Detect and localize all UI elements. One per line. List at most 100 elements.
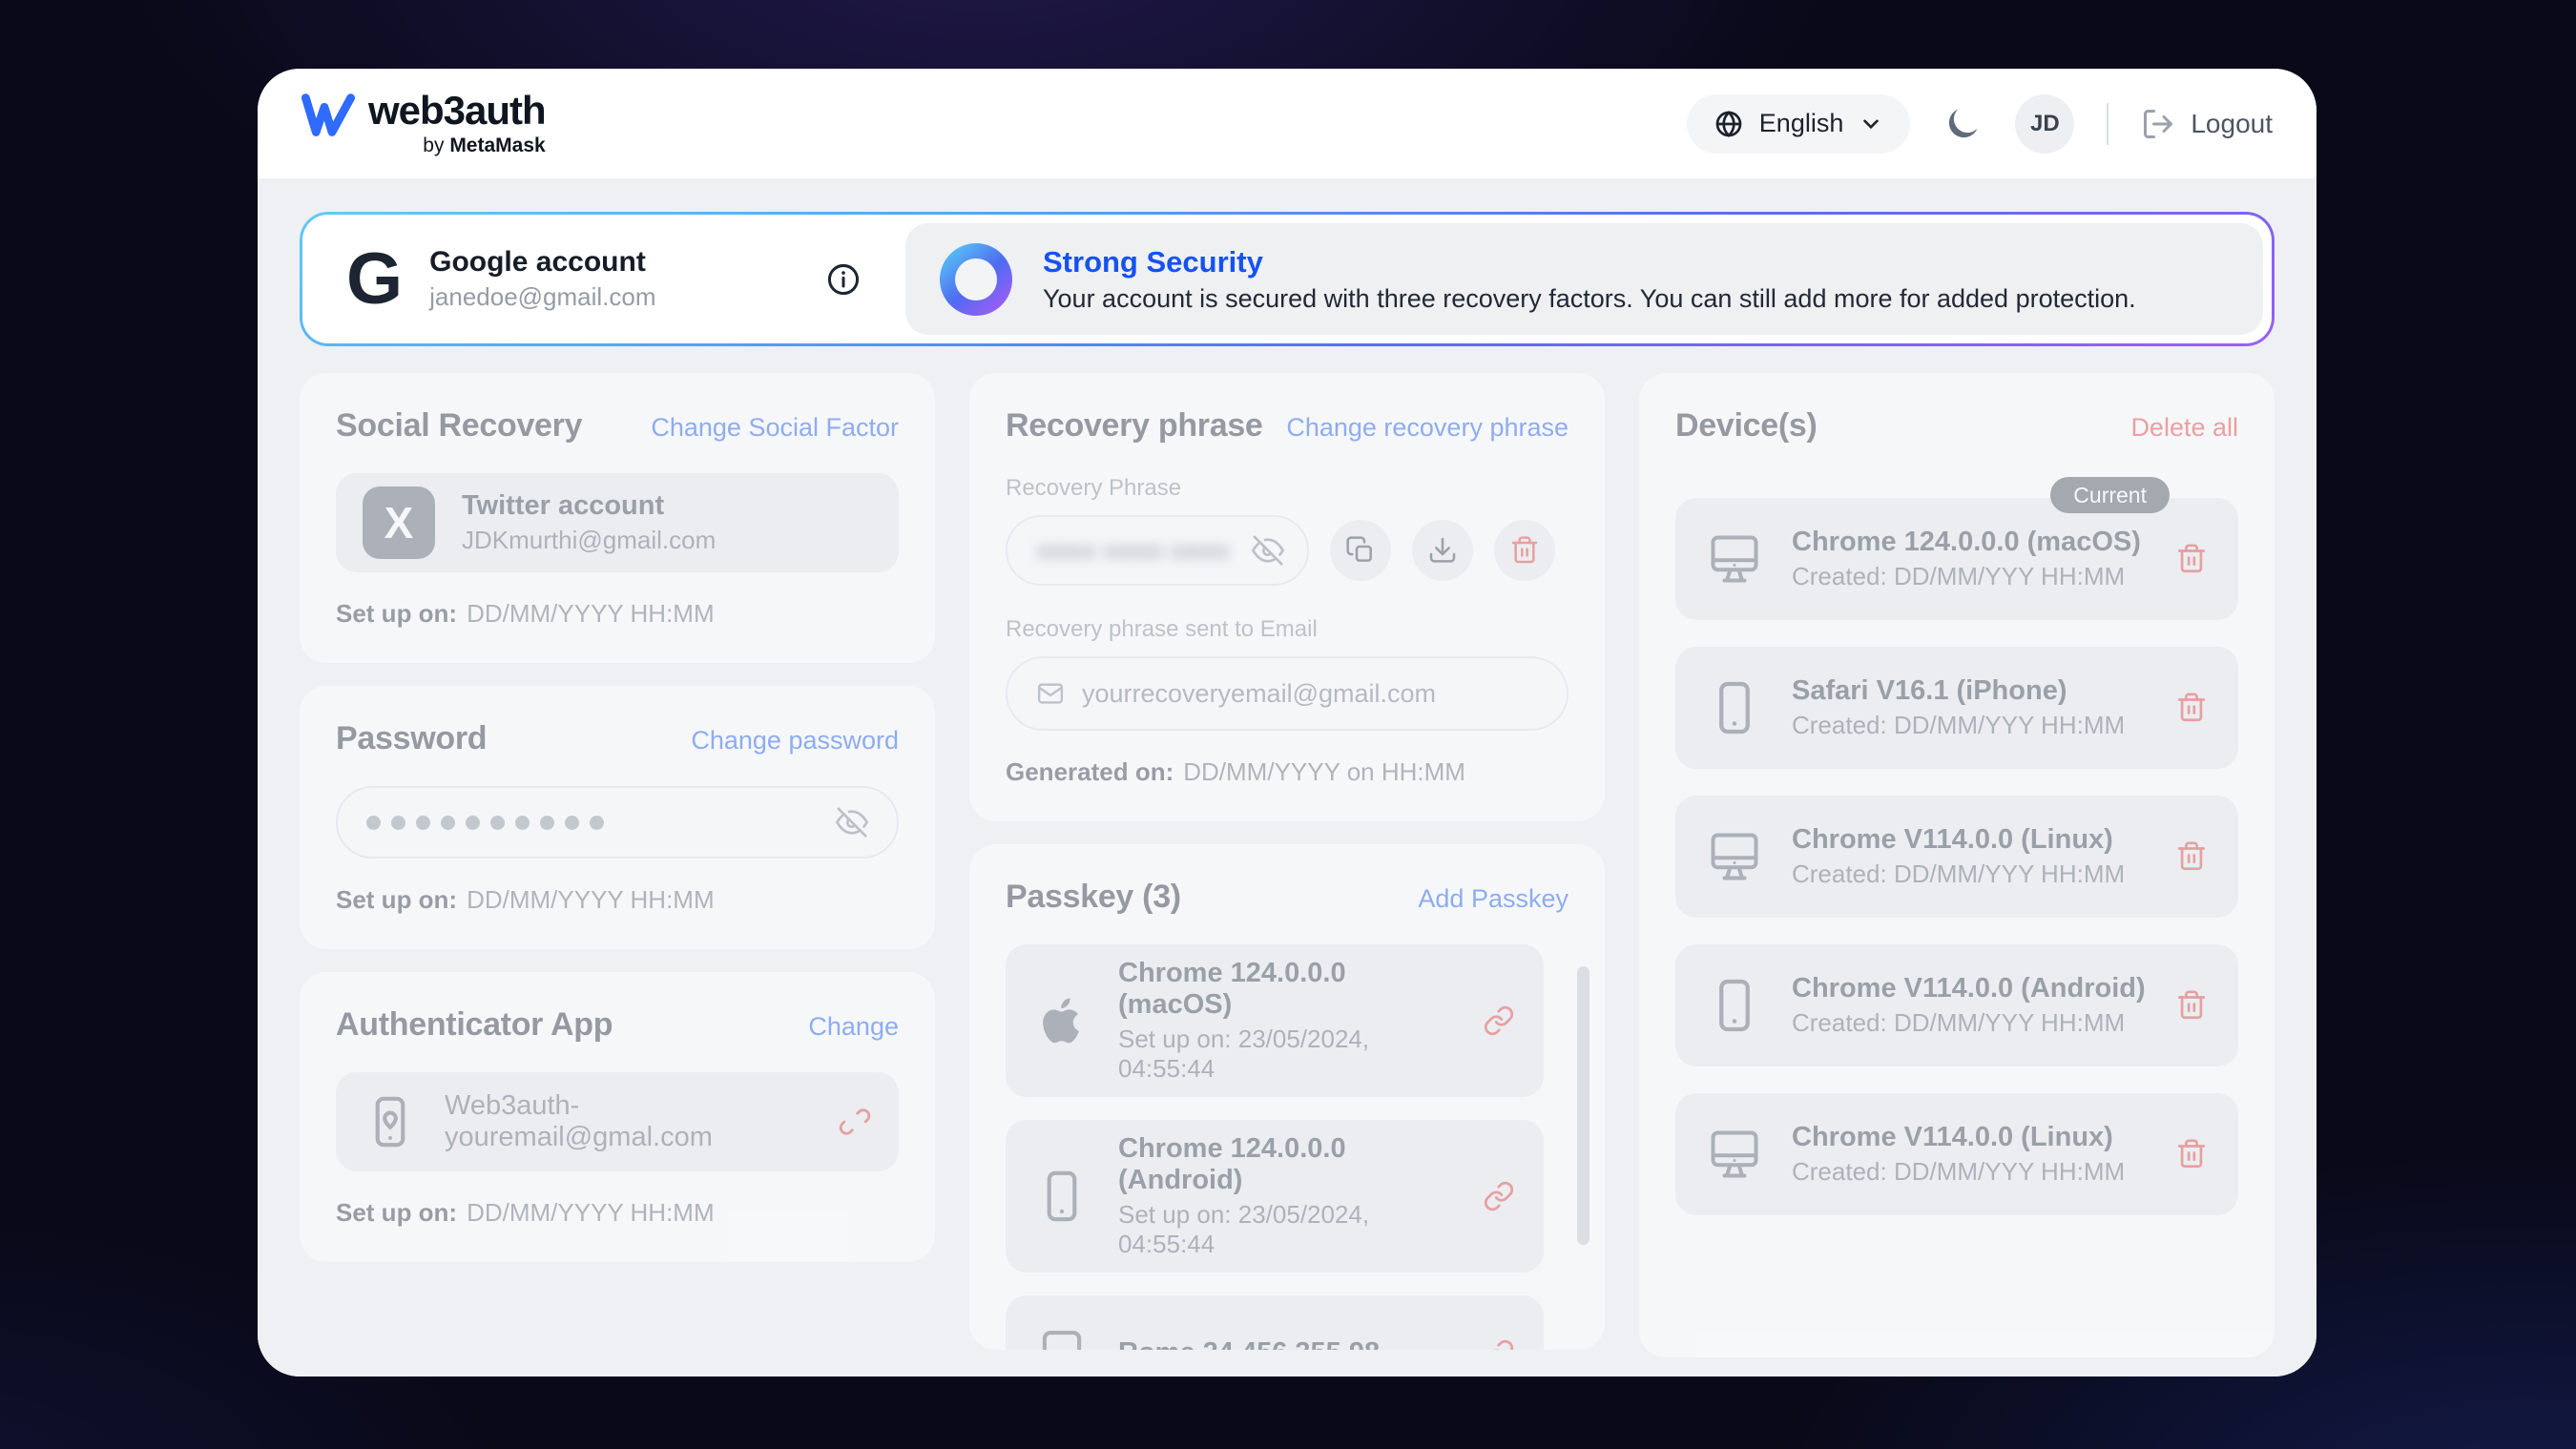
link-icon[interactable] [1483,1180,1515,1212]
password-dot [590,816,604,830]
desktop-icon [1706,530,1763,588]
change-social-factor-link[interactable]: Change Social Factor [651,413,899,443]
web3auth-w-icon [301,92,355,139]
device-list-item: Chrome V114.0.0 (Linux) Created: DD/MM/Y… [1675,796,2238,918]
trash-icon[interactable] [2175,989,2208,1022]
column-2: Recovery phrase Change recovery phrase R… [969,373,1605,1357]
chevron-down-icon [1859,112,1883,136]
security-status-panel: Strong Security Your account is secured … [905,223,2263,335]
current-device-badge: Current [2050,477,2170,513]
app-window: web3auth by MetaMask English JD [258,69,2316,1377]
change-authenticator-link[interactable]: Change [808,1012,899,1042]
trash-icon[interactable] [2175,692,2208,724]
passkey-item-title: Rome 24.456.355.98 [1118,1337,1454,1351]
recovery-generated-on: Generated on:DD/MM/YYYY on HH:MM [1006,757,1568,787]
logout-label: Logout [2191,109,2273,139]
device-list: Current Chrome 124.0.0.0 (macOS) Created… [1675,498,2238,1215]
passkey-item-title: Chrome 124.0.0.0 (macOS) [1118,958,1454,1021]
authenticator-phone-icon [363,1094,418,1149]
trash-icon[interactable] [2175,840,2208,873]
security-strength-ring-icon [940,243,1012,316]
password-dot [515,816,530,830]
change-password-link[interactable]: Change password [691,726,899,756]
device-item-title: Chrome V114.0.0 (Linux) [1792,824,2147,856]
passkey-scrollbar[interactable] [1577,966,1589,1245]
link-icon[interactable] [1483,1338,1515,1350]
passkey-item-subtitle: Set up on: 23/05/2024, 04:55:44 [1118,1200,1454,1259]
passkey-list: Chrome 124.0.0.0 (macOS) Set up on: 23/0… [1006,944,1568,1350]
delete-phrase-button[interactable] [1494,520,1555,581]
avatar[interactable]: JD [2015,94,2074,154]
social-recovery-card: Social Recovery Change Social Factor X T… [300,373,935,663]
provider-email: janedoe@gmail.com [429,282,825,312]
password-dot [366,816,381,830]
device-item-subtitle: Created: DD/MM/YYY HH:MM [1792,1157,2147,1187]
social-setup-on: Set up on:DD/MM/YYYY HH:MM [336,599,899,629]
password-input[interactable] [336,786,899,859]
recovery-phrase-row: ●●●● ●●●● ●●●● [1006,515,1568,586]
authenticator-card: Authenticator App Change Web3auth-yourem… [300,972,935,1262]
passkey-list-item: Chrome 124.0.0.0 (macOS) Set up on: 23/0… [1006,944,1544,1097]
trash-icon[interactable] [2175,1138,2208,1170]
globe-icon [1714,109,1744,139]
device-item-subtitle: Created: DD/MM/YYY HH:MM [1792,1008,2147,1038]
device-item-subtitle: Created: DD/MM/YYY HH:MM [1792,711,2147,740]
link-icon[interactable] [1483,1004,1515,1037]
trash-icon[interactable] [2175,543,2208,575]
language-selector[interactable]: English [1687,94,1911,154]
passkey-list-item: Rome 24.456.355.98 [1006,1295,1544,1350]
password-dot [540,816,554,830]
security-status-description: Your account is secured with three recov… [1043,284,2136,314]
column-1: Social Recovery Change Social Factor X T… [300,373,935,1357]
logout-button[interactable]: Logout [2141,107,2273,141]
download-phrase-button[interactable] [1412,520,1473,581]
device-item-title: Safari V16.1 (iPhone) [1792,675,2147,707]
mail-icon [1036,679,1065,708]
logo-subtext: by MetaMask [423,135,545,157]
info-icon[interactable] [825,261,862,298]
phone-icon [1706,977,1763,1034]
device-item-title: Chrome V114.0.0 (Android) [1792,973,2147,1004]
recovery-phrase-input[interactable]: ●●●● ●●●● ●●●● [1006,515,1309,586]
social-recovery-title: Social Recovery [336,407,582,445]
header-controls: English JD Logout [1687,94,2273,154]
download-icon [1427,535,1458,566]
password-dot [490,816,505,830]
recovery-phrase-label: Recovery Phrase [1006,475,1568,502]
unlink-icon[interactable] [838,1105,872,1139]
passkey-list-item: Chrome 124.0.0.0 (Android) Set up on: 23… [1006,1120,1544,1273]
x-twitter-icon: X [363,486,435,559]
desktop-icon [1706,828,1763,885]
delete-all-link[interactable]: Delete all [2130,413,2238,443]
google-logo-icon: G [346,243,401,316]
device-item-subtitle: Created: DD/MM/YYY HH:MM [1792,859,2147,889]
recovery-phrase-card: Recovery phrase Change recovery phrase R… [969,373,1605,821]
password-dot [466,816,480,830]
dark-mode-toggle-moon-icon[interactable] [1942,104,1983,144]
logout-icon [2141,107,2175,141]
provider-title: Google account [429,246,825,279]
password-masked-value [366,816,836,830]
trash-icon [1509,535,1540,566]
password-title: Password [336,720,487,757]
security-status-title: Strong Security [1043,245,2136,279]
copy-phrase-button[interactable] [1330,520,1391,581]
authenticator-account: Web3auth-youremail@gmal.com [445,1090,811,1153]
eye-off-icon[interactable] [836,806,868,838]
recovery-email-input[interactable]: yourrecoveryemail@gmail.com [1006,656,1568,731]
change-recovery-phrase-link[interactable]: Change recovery phrase [1286,413,1568,443]
tablet-icon [1034,1327,1090,1350]
password-dot [441,816,455,830]
eye-off-icon[interactable] [1252,534,1284,567]
device-item-title: Chrome 124.0.0.0 (macOS) [1792,527,2147,558]
password-card: Password Change password Set up on:DD/MM… [300,686,935,949]
dashboard-body: G Google account janedoe@gmail.com Stron… [258,179,2316,1377]
account-security-banner: G Google account janedoe@gmail.com Stron… [300,212,2275,346]
passkey-item-title: Chrome 124.0.0.0 (Android) [1118,1133,1454,1196]
password-dot [565,816,579,830]
add-passkey-link[interactable]: Add Passkey [1418,884,1568,914]
phone-icon [1706,679,1763,736]
copy-icon [1345,535,1376,566]
header-divider [2107,103,2109,145]
device-list-item: Safari V16.1 (iPhone) Created: DD/MM/YYY… [1675,647,2238,769]
